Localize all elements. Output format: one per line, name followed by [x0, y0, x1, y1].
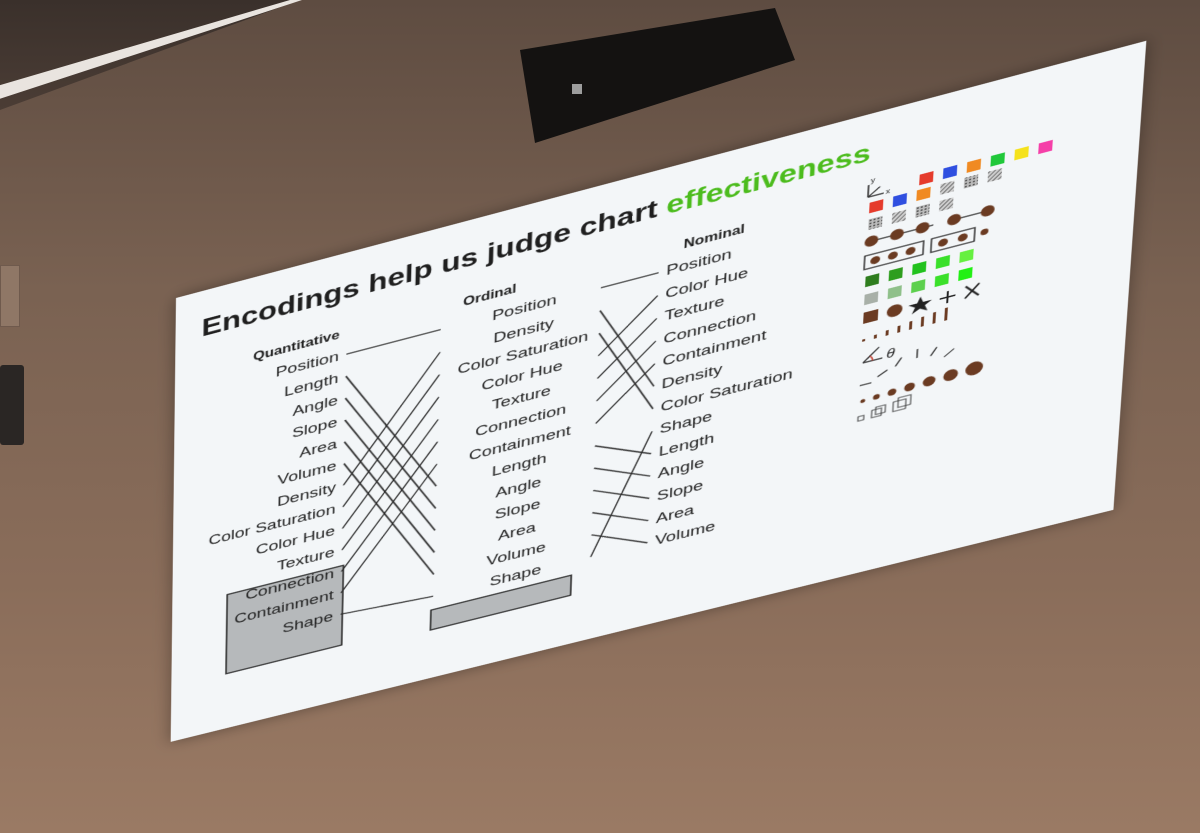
nominal-item: Area: [656, 501, 696, 526]
wall-speaker: [520, 8, 795, 143]
color-swatches-icon: [919, 139, 1053, 186]
area-circles-icon: [860, 359, 984, 404]
volume-cubes-icon: [858, 395, 911, 422]
quantitative-to-ordinal-line: [342, 419, 438, 550]
projection-screen: Encodings help us judge chart effectiven…: [170, 40, 1147, 742]
quantitative-to-ordinal-line: [343, 375, 439, 507]
heading-nominal: Nominal: [683, 222, 745, 251]
quantitative-to-ordinal-line: [340, 591, 433, 619]
speaker-logo-icon: [572, 84, 582, 94]
quantitative-to-ordinal-line: [342, 397, 438, 528]
slide: Encodings help us judge chart effectiven…: [170, 40, 1147, 742]
axes-icon: y x: [868, 176, 891, 201]
ordinal-to-nominal-line: [601, 273, 659, 288]
svg-text:θ: θ: [886, 346, 896, 361]
ordinal-to-nominal-line: [593, 454, 651, 491]
title-prefix: Encodings help us judge chart: [201, 195, 658, 343]
nominal-list: PositionColor HueTextureConnectionContai…: [655, 246, 793, 549]
quantitative-item: Area: [299, 436, 338, 461]
nominal-item: Slope: [657, 477, 704, 504]
ordinal-item: Area: [498, 519, 537, 544]
connection-icon: [864, 203, 995, 249]
quantitative-to-ordinal-line: [346, 330, 440, 355]
quantitative-to-ordinal-line: [342, 442, 438, 572]
slope-ticks-icon: [860, 340, 955, 386]
title-highlight: effectiveness: [666, 138, 872, 220]
angle-icon: θ: [863, 343, 896, 367]
svg-text:y: y: [871, 176, 876, 185]
quantitative-to-ordinal-line: [341, 464, 437, 593]
slide-canvas: Encodings help us judge chart effectiven…: [201, 138, 1053, 742]
wall-mount-clip: [0, 365, 24, 445]
ordinal-list: PositionDensityColor SaturationColor Hue…: [458, 292, 589, 590]
quantitative-to-ordinal-line: [343, 352, 440, 485]
svg-text:x: x: [886, 187, 891, 196]
ordinal-to-nominal-line: [592, 498, 650, 534]
texture-swatches-icon: [868, 168, 1003, 231]
wall-plate: [0, 265, 20, 327]
